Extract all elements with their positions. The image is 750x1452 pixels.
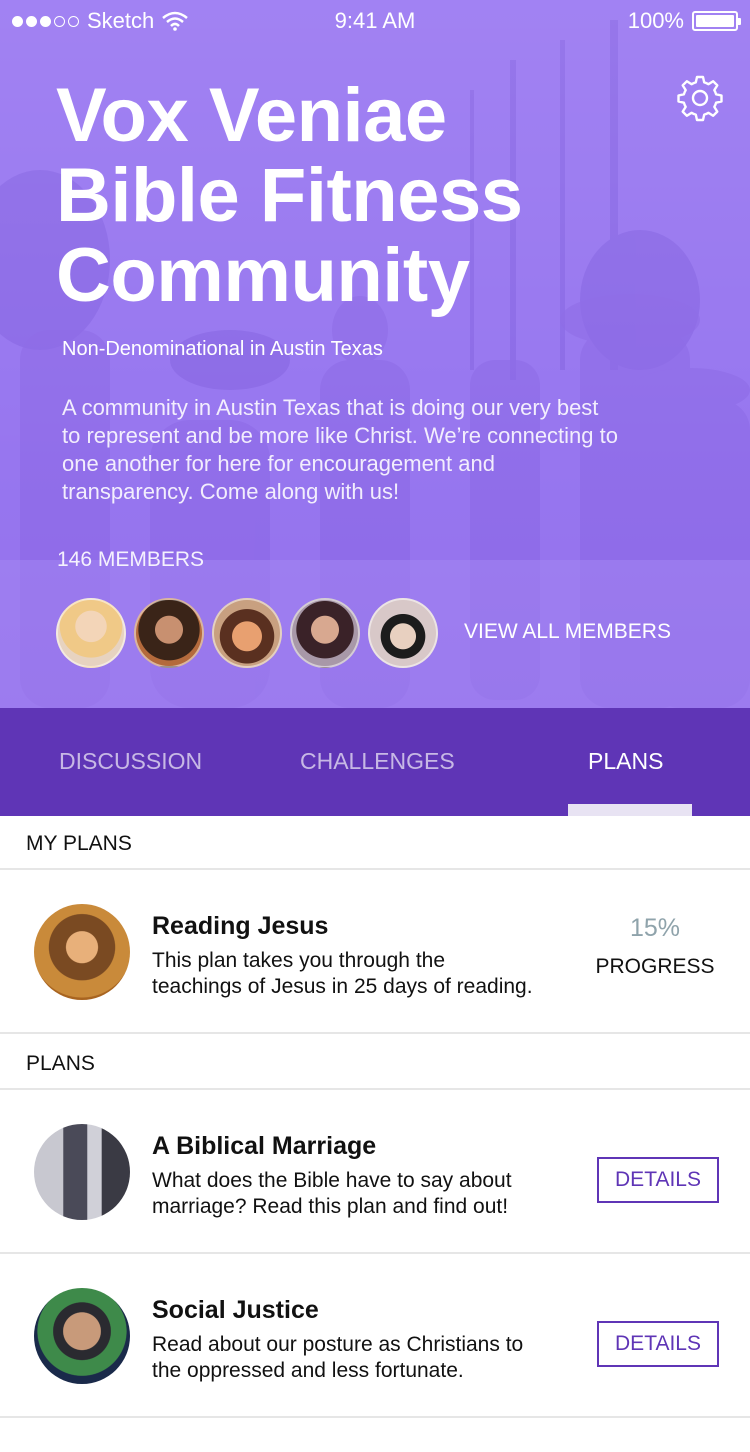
description-line: to represent and be more like Christ. We… (62, 423, 618, 448)
description-line: teachings of Jesus in 25 days of reading… (152, 975, 533, 998)
plan-thumbnail (34, 1124, 130, 1220)
plan-title: Social Justice (152, 1296, 319, 1324)
divider (0, 868, 750, 870)
battery-icon (692, 11, 741, 31)
divider (0, 1088, 750, 1090)
details-button[interactable]: DETAILS (597, 1157, 719, 1203)
active-tab-indicator (568, 804, 692, 816)
members-count: 146 MEMBERS (57, 548, 205, 571)
description-line: A community in Austin Texas that is doin… (62, 395, 599, 420)
details-button[interactable]: DETAILS (597, 1321, 719, 1367)
description-line: This plan takes you through the (152, 949, 446, 972)
gear-icon[interactable] (676, 74, 724, 122)
member-avatars (56, 598, 438, 668)
battery-status: 100% (627, 8, 741, 34)
divider (0, 1032, 750, 1034)
plans-heading: PLANS (26, 1052, 95, 1075)
title-line: Community (56, 233, 470, 318)
tab-discussion[interactable]: DISCUSSION (59, 748, 202, 775)
status-bar: Sketch 9:41 AM 100% (0, 0, 750, 40)
member-avatar[interactable] (212, 598, 282, 668)
plan-description: This plan takes you through the teaching… (152, 948, 572, 1000)
member-avatar[interactable] (290, 598, 360, 668)
description-line: the oppressed and less fortunate. (152, 1359, 464, 1382)
plan-title: Reading Jesus (152, 912, 329, 940)
plan-progress-label: PROGRESS (595, 955, 715, 978)
community-subtitle: Non-Denominational in Austin Texas (62, 338, 383, 360)
description-line: Read about our posture as Christians to (152, 1333, 524, 1356)
member-avatar[interactable] (134, 598, 204, 668)
title-line: Bible Fitness (56, 153, 523, 238)
plan-description: What does the Bible have to say about ma… (152, 1168, 572, 1220)
tab-challenges[interactable]: CHALLENGES (300, 748, 455, 775)
description-line: marriage? Read this plan and find out! (152, 1195, 509, 1218)
plan-progress-value: 15% (629, 914, 681, 942)
community-header: Sketch 9:41 AM 100% Vox Veniae Bible Fit… (0, 0, 750, 708)
plan-description: Read about our posture as Christians to … (152, 1332, 572, 1384)
description-line: one another for here for encouragement a… (62, 451, 495, 476)
divider (0, 1416, 750, 1418)
title-line: Vox Veniae (56, 73, 447, 158)
view-all-members-link[interactable]: VIEW ALL MEMBERS (464, 620, 671, 644)
description-line: transparency. Come along with us! (62, 479, 400, 504)
plan-title: A Biblical Marriage (152, 1132, 377, 1160)
description-line: What does the Bible have to say about (152, 1169, 512, 1192)
plan-thumbnail (34, 1288, 130, 1384)
battery-percent: 100% (627, 8, 684, 33)
member-avatar[interactable] (56, 598, 126, 668)
member-avatar[interactable] (368, 598, 438, 668)
my-plans-heading: MY PLANS (26, 832, 132, 855)
community-title: Vox Veniae Bible Fitness Community (56, 76, 656, 316)
divider (0, 1252, 750, 1254)
tab-plans[interactable]: PLANS (588, 748, 663, 775)
community-description: A community in Austin Texas that is doin… (62, 394, 692, 506)
plan-thumbnail (34, 904, 130, 1000)
tab-bar: DISCUSSION CHALLENGES PLANS (0, 708, 750, 816)
